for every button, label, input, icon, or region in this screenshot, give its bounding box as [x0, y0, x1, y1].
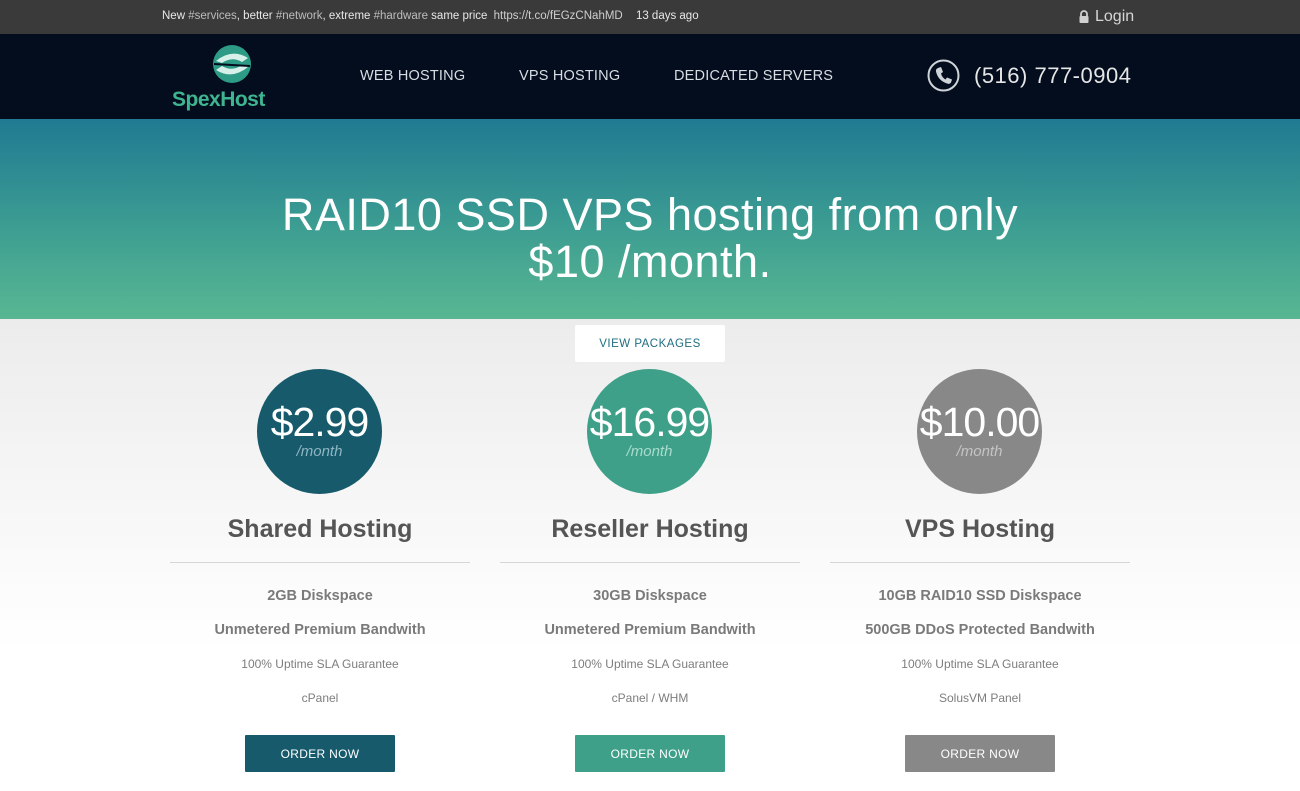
login-link[interactable]: Login	[1078, 8, 1134, 26]
plan-divider	[830, 562, 1130, 563]
plan-feature: 10GB RAID10 SSD Diskspace	[878, 588, 1082, 604]
nav-vps-hosting[interactable]: VPS HOSTING	[519, 68, 620, 84]
plan-feature: 500GB DDoS Protected Bandwith	[865, 622, 1095, 638]
price-badge: $10.00 /month	[917, 369, 1042, 494]
phone-contact[interactable]: (516) 777-0904	[927, 59, 1131, 92]
price-badge: $16.99 /month	[587, 369, 712, 494]
order-now-button[interactable]: ORDER NOW	[905, 735, 1055, 772]
login-label: Login	[1095, 8, 1135, 25]
tweet-text: same price	[431, 10, 488, 22]
plan-feature: 100% Uptime SLA Guarantee	[901, 657, 1059, 671]
plan-title: Shared Hosting	[227, 515, 413, 543]
tweet-link[interactable]: https://t.co/fEGzCNahMD	[494, 10, 623, 22]
tweet-text: , better	[236, 10, 273, 22]
plan-card-reseller: $16.99 /month Reseller Hosting 30GB Disk…	[500, 369, 800, 789]
plan-period: /month	[626, 443, 673, 460]
hashtag-services[interactable]: #services	[188, 10, 237, 22]
plan-divider	[170, 562, 470, 563]
plan-feature: Unmetered Premium Bandwith	[544, 622, 756, 638]
tweet-text: , extreme	[322, 10, 371, 22]
plan-feature: 100% Uptime SLA Guarantee	[241, 657, 399, 671]
lock-icon	[1079, 10, 1089, 23]
plan-feature: cPanel / WHM	[611, 691, 689, 705]
plan-price: $10.00	[919, 399, 1040, 445]
logo-text: SpexHost	[172, 88, 265, 111]
plan-feature: cPanel	[301, 691, 339, 705]
plan-feature: 100% Uptime SLA Guarantee	[571, 657, 729, 671]
plan-divider	[500, 562, 800, 563]
order-now-button[interactable]: ORDER NOW	[245, 735, 395, 772]
top-bar: New #services, better #network, extreme …	[0, 0, 1300, 34]
nav-dedicated-servers[interactable]: DEDICATED SERVERS	[674, 68, 833, 84]
plan-feature: SolusVM Panel	[938, 691, 1022, 705]
plan-period: /month	[956, 443, 1003, 460]
tweet-timestamp[interactable]: 13 days ago	[636, 10, 699, 22]
latest-tweet: New #services, better #network, extreme …	[162, 10, 699, 22]
plan-feature: Unmetered Premium Bandwith	[214, 622, 426, 638]
plan-feature: 2GB Diskspace	[267, 588, 373, 604]
plan-title: Reseller Hosting	[551, 515, 749, 543]
plan-title: VPS Hosting	[904, 515, 1055, 543]
hero-line-1: RAID10 SSD VPS hosting from only	[281, 189, 1019, 240]
hashtag-hardware[interactable]: #hardware	[374, 10, 428, 22]
view-packages-button[interactable]: VIEW PACKAGES	[575, 325, 725, 362]
spexhost-logo[interactable]: SpexHost	[172, 44, 297, 112]
hero-headline: RAID10 SSD VPS hosting from only $10 /mo…	[150, 191, 1150, 285]
nav-web-hosting[interactable]: WEB HOSTING	[360, 68, 465, 84]
hashtag-network[interactable]: #network	[276, 10, 323, 22]
plan-price: $16.99	[589, 399, 710, 445]
plan-feature: 30GB Diskspace	[593, 588, 707, 604]
order-now-button[interactable]: ORDER NOW	[575, 735, 725, 772]
hero-line-2: $10 /month.	[528, 236, 772, 287]
plan-period: /month	[296, 443, 343, 460]
phone-icon	[927, 59, 960, 92]
hero-banner: RAID10 SSD VPS hosting from only $10 /mo…	[0, 119, 1300, 319]
price-badge: $2.99 /month	[257, 369, 382, 494]
tweet-text: New	[162, 10, 186, 22]
plan-card-vps: $10.00 /month VPS Hosting 10GB RAID10 SS…	[830, 369, 1130, 789]
plan-price: $2.99	[270, 399, 370, 445]
logo-mark-icon	[213, 45, 251, 83]
phone-number: (516) 777-0904	[974, 62, 1132, 88]
main-nav: SpexHost WEB HOSTING VPS HOSTING DEDICAT…	[0, 34, 1300, 119]
plan-card-shared: $2.99 /month Shared Hosting 2GB Diskspac…	[170, 369, 470, 789]
